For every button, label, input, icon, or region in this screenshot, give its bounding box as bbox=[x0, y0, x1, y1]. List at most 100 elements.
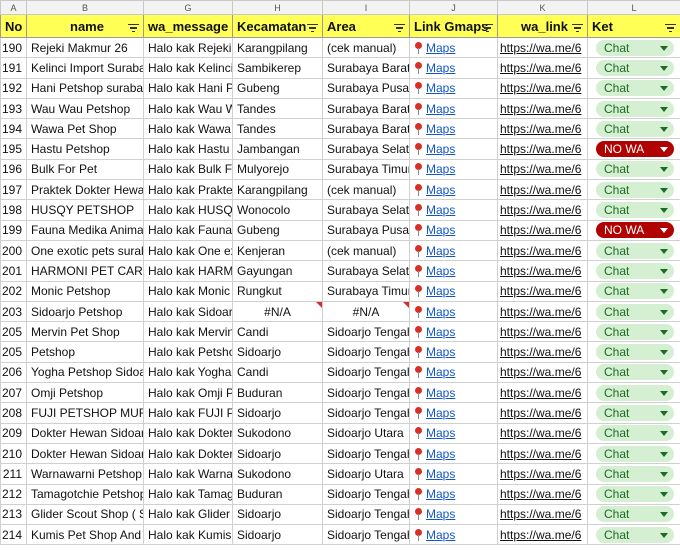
cell-wa-link[interactable]: https://wa.me/6 bbox=[497, 422, 588, 444]
table-row[interactable]: 210 Dokter Hewan Sidoarj Halo kak Dokter Si… bbox=[0, 442, 680, 465]
cell-ket[interactable]: Chat bbox=[587, 199, 680, 221]
cell-area[interactable]: Surabaya Selata bbox=[322, 260, 410, 282]
cell-link-gmaps[interactable]: Maps bbox=[409, 402, 498, 424]
column-letter-i[interactable]: I bbox=[322, 0, 410, 15]
header-area[interactable]: Area bbox=[322, 14, 410, 38]
row-number[interactable]: 205 bbox=[0, 341, 27, 363]
status-dropdown-chip[interactable]: Chat bbox=[596, 80, 674, 97]
filter-icon[interactable] bbox=[664, 23, 676, 34]
cell-link-gmaps[interactable]: Maps bbox=[409, 503, 498, 526]
cell-ket[interactable]: Chat bbox=[587, 524, 680, 546]
status-dropdown-chip[interactable]: Chat bbox=[596, 181, 674, 198]
row-number[interactable]: 197 bbox=[0, 179, 27, 201]
status-dropdown-chip[interactable]: Chat bbox=[596, 404, 674, 421]
table-row[interactable]: 195 Hastu Petshop Halo kak Hastu P Jambanga… bbox=[0, 138, 680, 160]
cell-ket[interactable]: Chat bbox=[587, 118, 680, 140]
maps-link[interactable]: Maps bbox=[426, 406, 455, 420]
cell-link-gmaps[interactable]: Maps bbox=[409, 179, 498, 201]
cell-ket[interactable]: Chat bbox=[587, 179, 680, 201]
table-row[interactable]: 202 Monic Petshop Halo kak Monic I Rungkut S… bbox=[0, 280, 680, 302]
cell-area[interactable]: Surabaya Barat bbox=[322, 118, 410, 140]
row-number[interactable]: 192 bbox=[0, 77, 27, 99]
cell-name[interactable]: Rejeki Makmur 26 bbox=[26, 36, 144, 59]
cell-kecamatan[interactable]: Candi bbox=[232, 321, 323, 343]
maps-link[interactable]: Maps bbox=[426, 142, 455, 156]
row-number[interactable]: 190 bbox=[0, 36, 27, 59]
cell-kecamatan[interactable]: Karangpilang bbox=[232, 179, 323, 201]
cell-area[interactable]: #N/A bbox=[322, 300, 410, 323]
header-link-gmaps[interactable]: Link Gmaps bbox=[409, 14, 498, 38]
cell-link-gmaps[interactable]: Maps bbox=[409, 524, 498, 546]
cell-kecamatan[interactable]: Wonocolo bbox=[232, 199, 323, 221]
cell-ket[interactable]: Chat bbox=[587, 239, 680, 262]
cell-name[interactable]: Kelinci Import Surabay bbox=[26, 57, 144, 79]
cell-kecamatan[interactable]: Buduran bbox=[232, 483, 323, 505]
cell-area[interactable]: Sidoarjo Tengah bbox=[322, 361, 410, 384]
status-dropdown-chip[interactable]: Chat bbox=[596, 344, 674, 361]
cell-kecamatan[interactable]: Gayungan bbox=[232, 260, 323, 282]
status-dropdown-chip[interactable]: Chat bbox=[596, 364, 674, 381]
cell-ket[interactable]: Chat bbox=[587, 463, 680, 485]
cell-kecamatan[interactable]: Kenjeran bbox=[232, 239, 323, 262]
table-row[interactable]: 209 Dokter Hewan Sidoarj Halo kak Dokter Su… bbox=[0, 422, 680, 444]
cell-kecamatan[interactable]: Tandes bbox=[232, 118, 323, 140]
cell-wa-message[interactable]: Halo kak Dokter bbox=[143, 422, 233, 444]
maps-link[interactable]: Maps bbox=[426, 284, 455, 298]
cell-wa-link[interactable]: https://wa.me/6 bbox=[497, 483, 588, 505]
cell-wa-link[interactable]: https://wa.me/6 bbox=[497, 138, 588, 160]
table-row[interactable]: 194 Wawa Pet Shop Halo kak Wawa I Tandes Sur… bbox=[0, 118, 680, 140]
maps-link[interactable]: Maps bbox=[426, 365, 455, 379]
cell-link-gmaps[interactable]: Maps bbox=[409, 442, 498, 465]
cell-ket[interactable]: Chat bbox=[587, 280, 680, 302]
status-dropdown-chip[interactable]: Chat bbox=[596, 283, 674, 300]
table-row[interactable]: 208FUJI PETSHOP MURAHHalo kak FUJI PESid… bbox=[0, 402, 680, 424]
cell-wa-message[interactable]: Halo kak Mervin bbox=[143, 321, 233, 343]
cell-wa-link[interactable]: https://wa.me/6 bbox=[497, 321, 588, 343]
maps-link[interactable]: Maps bbox=[426, 467, 455, 481]
cell-area[interactable]: (cek manual) bbox=[322, 36, 410, 59]
status-dropdown-chip[interactable]: Chat bbox=[596, 506, 674, 523]
maps-link[interactable]: Maps bbox=[426, 487, 455, 501]
cell-ket[interactable]: Chat bbox=[587, 341, 680, 363]
status-dropdown-chip[interactable]: Chat bbox=[596, 384, 674, 401]
cell-ket[interactable]: Chat bbox=[587, 260, 680, 282]
cell-ket[interactable]: Chat bbox=[587, 158, 680, 181]
row-number[interactable]: 211 bbox=[0, 463, 27, 485]
cell-wa-link[interactable]: https://wa.me/6 bbox=[497, 57, 588, 79]
row-number[interactable]: 200 bbox=[0, 239, 27, 262]
cell-wa-message[interactable]: Halo kak Dokter bbox=[143, 442, 233, 465]
cell-link-gmaps[interactable]: Maps bbox=[409, 483, 498, 505]
cell-kecamatan[interactable]: Sidoarjo bbox=[232, 503, 323, 526]
cell-wa-link[interactable]: https://wa.me/6 bbox=[497, 199, 588, 221]
cell-ket[interactable]: Chat bbox=[587, 422, 680, 444]
column-letter-l[interactable]: L bbox=[587, 0, 680, 15]
row-number[interactable]: 212 bbox=[0, 483, 27, 505]
cell-wa-message[interactable]: Halo kak Praktek bbox=[143, 179, 233, 201]
cell-area[interactable]: Sidoarjo Utara bbox=[322, 463, 410, 485]
row-number[interactable]: 202 bbox=[0, 280, 27, 302]
cell-wa-link[interactable]: https://wa.me/6 bbox=[497, 382, 588, 404]
cell-wa-message[interactable]: Halo kak Hani Pe bbox=[143, 77, 233, 99]
cell-area[interactable]: Surabaya Barat bbox=[322, 57, 410, 79]
column-letter-k[interactable]: K bbox=[497, 0, 588, 15]
cell-kecamatan[interactable]: Sidoarjo bbox=[232, 341, 323, 363]
status-dropdown-chip[interactable]: Chat bbox=[596, 486, 674, 503]
maps-link[interactable]: Maps bbox=[426, 61, 455, 75]
cell-wa-link[interactable]: https://wa.me/6 bbox=[497, 158, 588, 181]
column-letter-a[interactable]: A bbox=[0, 0, 27, 15]
cell-wa-link[interactable]: https://wa.me/6 bbox=[497, 36, 588, 59]
table-row[interactable]: 190Rejeki Makmur 26Halo kak Rejeki MKara… bbox=[0, 36, 680, 59]
cell-name[interactable]: HUSQY PETSHOP bbox=[26, 199, 144, 221]
cell-area[interactable]: Sidoarjo Utara bbox=[322, 422, 410, 444]
cell-area[interactable]: Surabaya Pusat bbox=[322, 77, 410, 99]
table-row[interactable]: 201HARMONI PET CAREHalo kak HARMOGayunga… bbox=[0, 260, 680, 282]
cell-kecamatan[interactable]: Karangpilang bbox=[232, 36, 323, 59]
cell-wa-message[interactable]: Halo kak Sidoarj bbox=[143, 300, 233, 323]
cell-link-gmaps[interactable]: Maps bbox=[409, 158, 498, 181]
cell-wa-link[interactable]: https://wa.me/6 bbox=[497, 97, 588, 120]
cell-link-gmaps[interactable]: Maps bbox=[409, 280, 498, 302]
table-row[interactable]: 205 Mervin Pet Shop Halo kak Mervin Candi Si… bbox=[0, 321, 680, 343]
wa-link[interactable]: https://wa.me/6 bbox=[499, 41, 581, 55]
wa-link[interactable]: https://wa.me/6 bbox=[499, 447, 581, 461]
table-row[interactable]: 197 Praktek Dokter Hewan Halo kak Praktek K… bbox=[0, 179, 680, 201]
